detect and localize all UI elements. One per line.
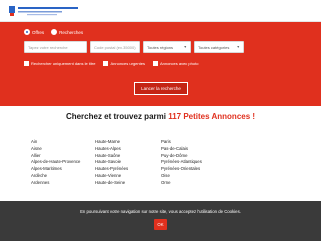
logo-mark-icon: [9, 6, 78, 16]
department-link[interactable]: Pyrénées-Atlantiques: [161, 159, 231, 166]
checkbox[interactable]: [152, 61, 158, 66]
region-select-value: Toutes régions: [147, 44, 174, 50]
page-headline: Cherchez et trouvez parmi 117 Petites An…: [0, 112, 321, 121]
department-link[interactable]: Haute-Marne: [95, 139, 165, 146]
category-select[interactable]: Toutes catégories ▼: [194, 41, 244, 53]
checkbox[interactable]: [103, 61, 109, 66]
department-link[interactable]: Haute-Savoie: [95, 159, 165, 166]
department-column-3: Paris Pas-de-Calais Puy-de-Dôme Pyrénées…: [161, 139, 231, 187]
radio-label: Recherches: [59, 29, 84, 35]
department-link[interactable]: Haute-Saône: [95, 153, 165, 160]
search-mode-radios: Offres Recherches: [24, 28, 90, 36]
site-logo[interactable]: [7, 3, 81, 19]
radio-offres[interactable]: Offres: [24, 29, 44, 35]
radio-button[interactable]: [24, 29, 30, 35]
page: Offres Recherches Tapez votre recherche …: [0, 0, 321, 241]
department-link[interactable]: Haute-de-Seine: [95, 180, 165, 187]
checkbox-urgent[interactable]: Annonces urgentes: [103, 61, 145, 66]
top-bar: [0, 0, 321, 22]
checkbox-label: Annonces avec photo: [159, 61, 199, 66]
checkbox-label: Annonces urgentes: [110, 61, 145, 66]
department-link[interactable]: Alpes-Maritimes: [31, 166, 101, 173]
search-fields: Tapez votre recherche Code postal (ex.35…: [24, 41, 244, 53]
department-link[interactable]: Oise: [161, 173, 231, 180]
search-panel: Offres Recherches Tapez votre recherche …: [0, 22, 321, 106]
radio-recherches[interactable]: Recherches: [51, 29, 83, 35]
checkbox[interactable]: [24, 61, 29, 66]
department-link[interactable]: Haute-Vienne: [95, 173, 165, 180]
checkbox-title-only[interactable]: Rechercher uniquement dans le titre: [24, 61, 95, 66]
department-link[interactable]: Paris: [161, 139, 231, 146]
department-link[interactable]: Pyrénées-Orientales: [161, 166, 231, 173]
department-link[interactable]: Hautes-Alpes: [95, 146, 165, 153]
department-link[interactable]: Hautes-Pyrénées: [95, 166, 165, 173]
checkbox-with-photo[interactable]: Annonces avec photo: [152, 61, 199, 66]
cookie-message: En poursuivant votre navigation sur notr…: [80, 209, 241, 214]
chevron-down-icon: ▼: [183, 44, 187, 49]
cookie-banner: En poursuivant votre navigation sur notr…: [0, 201, 321, 241]
ad-count: 117 Petites Annonces !: [168, 112, 256, 121]
department-column-1: Ain Aisne Allier Alpes-de-Haute-Provence…: [31, 139, 101, 187]
department-link[interactable]: Orne: [161, 180, 231, 187]
zip-code-input[interactable]: Code postal (ex.35000): [90, 41, 140, 53]
department-link[interactable]: Ardennes: [31, 180, 101, 187]
department-link[interactable]: Allier: [31, 153, 101, 160]
department-column-2: Haute-Marne Hautes-Alpes Haute-Saône Hau…: [95, 139, 165, 187]
keyword-input[interactable]: Tapez votre recherche: [24, 41, 87, 53]
cookie-ok-button[interactable]: OK: [154, 219, 167, 230]
category-select-value: Toutes catégories: [198, 44, 230, 50]
department-link[interactable]: Aisne: [31, 146, 101, 153]
chevron-down-icon: ▼: [236, 44, 240, 49]
department-link[interactable]: Ain: [31, 139, 101, 146]
department-link[interactable]: Alpes-de-Haute-Provence: [31, 159, 101, 166]
search-options: Rechercher uniquement dans le titre Anno…: [24, 60, 206, 67]
checkbox-label: Rechercher uniquement dans le titre: [31, 61, 96, 66]
region-select[interactable]: Toutes régions ▼: [143, 41, 191, 53]
department-link[interactable]: Pas-de-Calais: [161, 146, 231, 153]
radio-label: Offres: [32, 29, 45, 35]
radio-button[interactable]: [51, 29, 58, 35]
search-submit-button[interactable]: Lancer la recherche: [134, 82, 188, 95]
department-link[interactable]: Ardèche: [31, 173, 101, 180]
department-link[interactable]: Puy-de-Dôme: [161, 153, 231, 160]
headline-text: Cherchez et trouvez parmi: [65, 112, 166, 121]
